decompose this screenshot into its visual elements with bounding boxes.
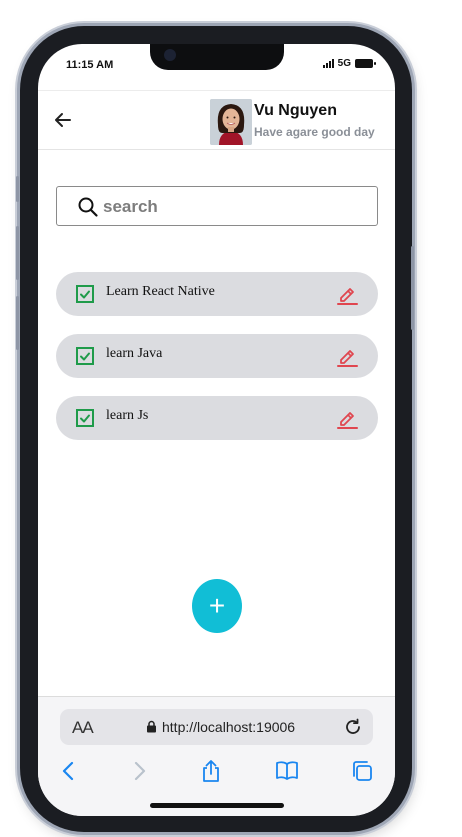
plus-icon: + <box>208 590 226 621</box>
search-icon <box>77 196 99 218</box>
lock-icon <box>146 720 157 733</box>
back-arrow-icon[interactable] <box>52 109 74 131</box>
chevron-left-icon[interactable] <box>56 758 82 784</box>
power-button <box>411 246 414 330</box>
url-text: http://localhost:19006 <box>162 719 296 735</box>
checkbox-checked-icon[interactable] <box>76 346 94 366</box>
task-label: learn Js <box>106 408 149 423</box>
app-header: Vu Nguyen Have agare good day <box>38 90 395 150</box>
edit-pencil-icon[interactable] <box>336 345 358 367</box>
network-type: 5G <box>337 58 351 69</box>
mute-switch <box>16 176 19 202</box>
task-label: learn Java <box>106 346 163 361</box>
task-item[interactable]: Learn React Native <box>56 272 378 316</box>
battery-icon <box>355 59 376 68</box>
reload-icon[interactable] <box>343 717 363 737</box>
checkbox-checked-icon[interactable] <box>76 284 94 304</box>
search-input[interactable] <box>103 194 363 220</box>
task-item[interactable]: learn Java <box>56 334 378 378</box>
address-bar[interactable]: AA http://localhost:19006 <box>60 709 373 745</box>
checkbox-checked-icon[interactable] <box>76 408 94 428</box>
task-item[interactable]: learn Js <box>56 396 378 440</box>
volume-down-button <box>16 296 19 350</box>
front-camera <box>164 49 176 61</box>
bookmarks-icon[interactable] <box>274 758 300 784</box>
chevron-right-icon[interactable] <box>126 758 152 784</box>
edit-pencil-icon[interactable] <box>336 283 358 305</box>
status-indicators: 5G <box>322 58 376 69</box>
edit-pencil-icon[interactable] <box>336 407 358 429</box>
avatar <box>210 99 252 145</box>
share-icon[interactable] <box>198 758 224 784</box>
add-task-button[interactable]: + <box>192 579 242 633</box>
phone-screen: 11:15 AM 5G Vu Nguyen Have agare good da… <box>38 44 395 816</box>
user-name: Vu Nguyen <box>254 102 337 119</box>
user-subtitle: Have agare good day <box>254 125 375 139</box>
status-time: 11:15 AM <box>66 59 114 71</box>
notch <box>150 44 284 70</box>
task-label: Learn React Native <box>106 284 215 299</box>
signal-icon <box>322 59 334 68</box>
search-box <box>56 186 378 226</box>
text-size-button[interactable]: AA <box>72 718 94 738</box>
home-indicator <box>150 803 284 808</box>
volume-up-button <box>16 226 19 280</box>
tabs-icon[interactable] <box>349 758 375 784</box>
browser-toolbar: AA http://localhost:19006 <box>38 696 395 816</box>
